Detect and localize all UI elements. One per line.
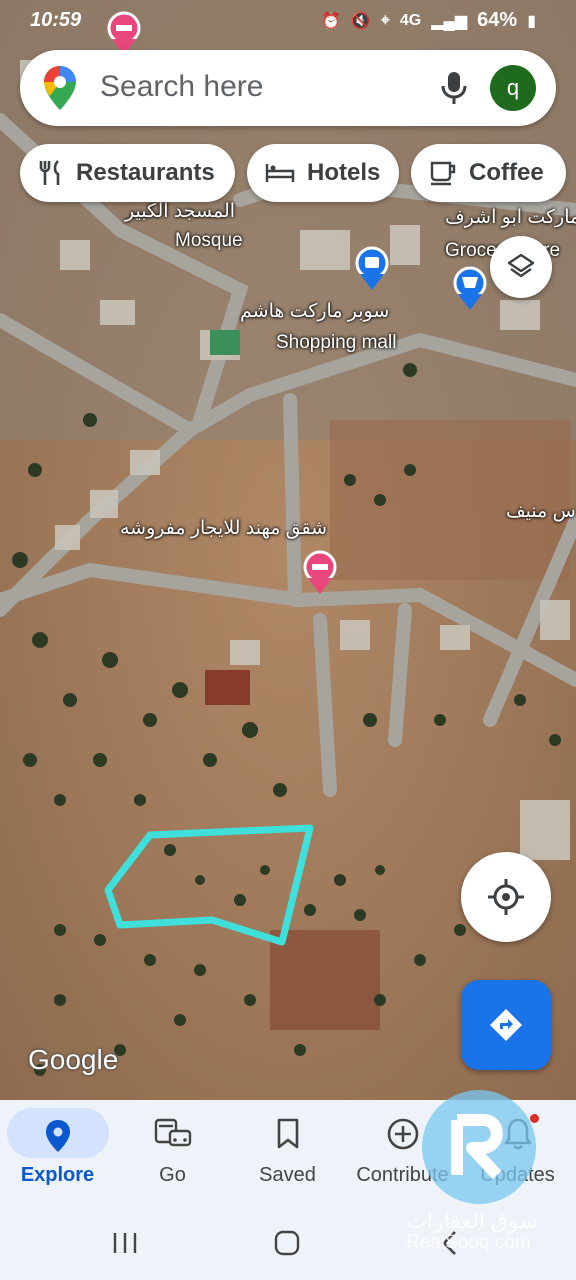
nav-go[interactable]: Go xyxy=(115,1100,230,1200)
map-label-apartments-arabic[interactable]: شقق مهند للايجار مفروشه xyxy=(120,517,327,540)
location-icon: ⌖ xyxy=(380,11,390,29)
nav-saved[interactable]: Saved xyxy=(230,1100,345,1200)
bookmark-icon xyxy=(277,1118,298,1149)
map-label-market-arabic[interactable]: ماركت ابو اشرف xyxy=(445,206,576,229)
directions-button[interactable] xyxy=(461,980,551,1070)
watermark-latin: RealSooq.com xyxy=(406,1232,531,1253)
chip-hotels[interactable]: Hotels xyxy=(247,144,399,202)
my-location-button[interactable] xyxy=(461,852,551,942)
chip-coffee[interactable]: Coffee xyxy=(411,144,566,202)
nav-go-label: Go xyxy=(159,1164,186,1186)
google-logo: Google xyxy=(28,1044,119,1075)
chip-restaurants-label: Restaurants xyxy=(76,159,215,186)
chip-coffee-label: Coffee xyxy=(469,159,544,186)
layers-icon xyxy=(507,253,535,278)
map-label-right-arabic[interactable]: س منيف xyxy=(506,500,576,523)
realsooq-watermark-logo xyxy=(422,1090,536,1204)
network-type: 4G xyxy=(399,11,422,29)
battery-level: 64% xyxy=(477,9,518,31)
alarm-icon: ⏰ xyxy=(321,12,341,30)
fork-knife-icon xyxy=(39,160,60,185)
car-transit-icon xyxy=(154,1118,191,1147)
coffee-cup-icon xyxy=(430,161,456,186)
google-maps-logo-icon xyxy=(44,66,76,110)
map-label-mosque[interactable]: Mosque xyxy=(175,230,243,252)
status-bar: 10:59 ⏰ 🔇 ⌖ 4G ▂▄▆ 64% ▮ xyxy=(0,0,576,40)
map-label-supermarket-arabic[interactable]: سوبر ماركت هاشم xyxy=(240,300,389,323)
map-label-mosque-arabic[interactable]: المسجد الكبير xyxy=(125,200,235,223)
crosshair-icon xyxy=(488,879,524,915)
status-icons: ⏰ 🔇 ⌖ 4G ▂▄▆ 64% ▮ xyxy=(321,9,536,32)
watermark-r-icon xyxy=(451,1114,503,1180)
search-bar[interactable]: Search here q xyxy=(20,50,556,126)
location-pin-icon xyxy=(45,1120,70,1152)
nav-explore[interactable]: Explore xyxy=(0,1100,115,1200)
status-time: 10:59 xyxy=(30,9,82,31)
chip-hotels-label: Hotels xyxy=(307,159,381,186)
mute-icon: 🔇 xyxy=(350,12,371,30)
chip-restaurants[interactable]: Restaurants xyxy=(20,144,235,202)
bed-icon xyxy=(265,164,295,182)
add-circle-icon xyxy=(387,1118,418,1150)
home-icon[interactable] xyxy=(274,1230,300,1256)
directions-icon xyxy=(490,1009,522,1041)
signal-icon: ▂▄▆ xyxy=(431,12,468,30)
map-label-shopping-mall[interactable]: Shopping mall xyxy=(276,332,396,354)
nav-saved-label: Saved xyxy=(259,1164,316,1186)
nav-explore-label: Explore xyxy=(20,1164,95,1186)
watermark-arabic: سوق العقارات xyxy=(406,1208,538,1233)
layers-button[interactable] xyxy=(490,236,552,298)
search-input[interactable]: Search here xyxy=(100,70,263,104)
avatar[interactable]: q xyxy=(490,65,536,111)
battery-icon: ▮ xyxy=(527,12,536,30)
microphone-icon[interactable] xyxy=(440,70,468,106)
recent-apps-icon[interactable] xyxy=(112,1232,138,1254)
